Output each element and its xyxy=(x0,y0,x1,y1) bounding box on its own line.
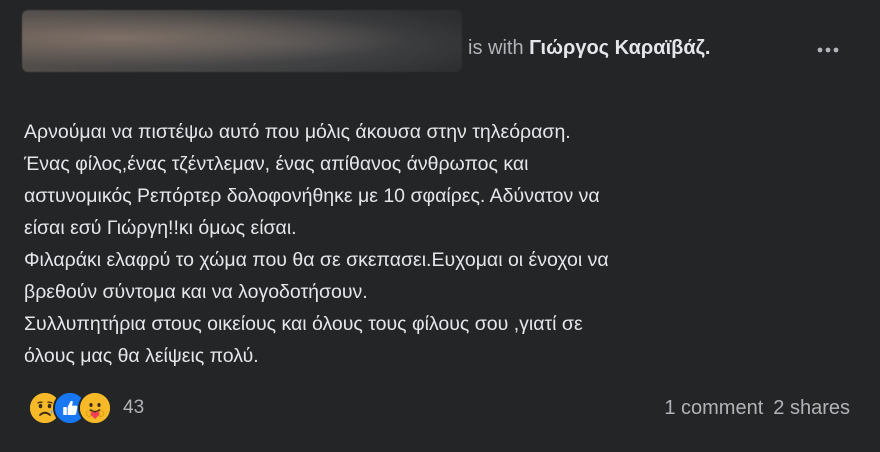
blurred-author-area xyxy=(22,10,462,72)
post-stats: 1 comment 2 shares xyxy=(664,392,850,424)
post-line: Αρνούμαι να πιστέψω αυτό που μόλις άκουσ… xyxy=(24,121,571,143)
post-line: όλους μας θα λείψεις πολύ. xyxy=(24,345,259,367)
reactions-summary[interactable]: 43 xyxy=(28,391,144,425)
ellipsis-horizontal-icon xyxy=(817,47,839,53)
post-line: βρεθούν σύντομα και να λογοδοτήσουν. xyxy=(24,281,368,303)
post-line: Συλλυπητήρια στους οικείους και όλους το… xyxy=(24,313,583,335)
reaction-count[interactable]: 43 xyxy=(123,397,144,419)
post-line: Ένας φίλος,ένας τζέντλεμαν, ένας απίθανο… xyxy=(24,153,529,175)
with-prefix: is with xyxy=(468,37,524,59)
post-message: Αρνούμαι να πιστέψω αυτό που μόλις άκουσ… xyxy=(24,116,854,372)
post-line: αστυνομικός Ρεπόρτερ δολοφονήθηκε με 10 … xyxy=(24,185,600,207)
tagged-user-name[interactable]: Γιώργος Καραϊβάζ xyxy=(529,37,705,59)
post-card: is with Γιώργος Καραϊβάζ. Αρνούμαι να πι… xyxy=(0,0,880,452)
post-header: is with Γιώργος Καραϊβάζ. xyxy=(22,10,858,72)
care-reaction-icon xyxy=(78,391,112,425)
with-suffix: . xyxy=(704,37,711,59)
post-line: είσαι εσύ Γιώργη!!κι όμως είσαι. xyxy=(24,217,297,239)
tagged-with-text: is with Γιώργος Καραϊβάζ. xyxy=(468,36,710,60)
shares-count-link[interactable]: 2 shares xyxy=(773,397,850,420)
more-options-button[interactable] xyxy=(816,38,840,62)
comments-count-link[interactable]: 1 comment xyxy=(664,397,763,420)
post-line: Φιλαράκι ελαφρύ το χώμα που θα σε σκεπασ… xyxy=(24,249,609,271)
